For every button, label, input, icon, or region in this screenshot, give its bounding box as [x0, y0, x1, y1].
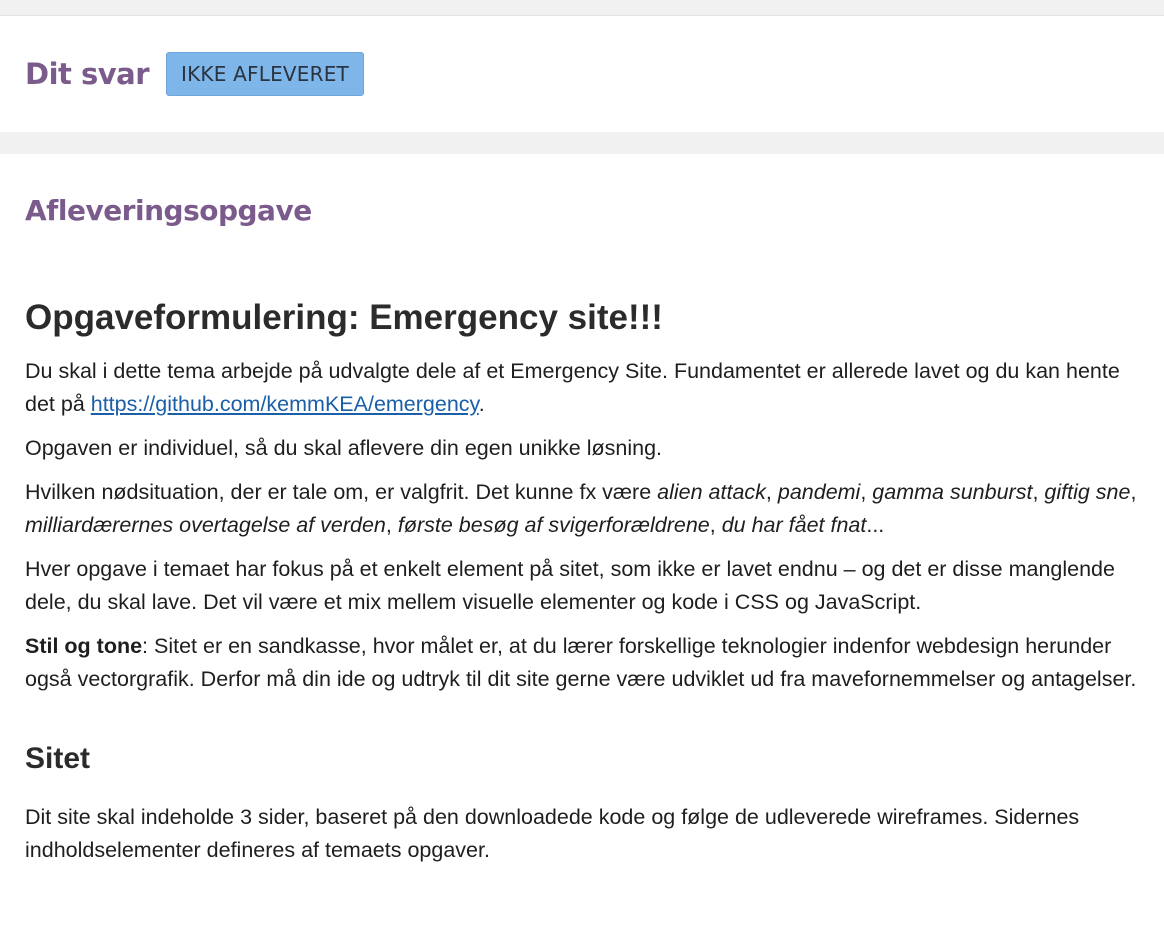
style-tone-text: : Sitet er en sandkasse, hvor målet er, … — [25, 634, 1137, 691]
assignment-content: Afleveringsopgave Opgaveformulering: Eme… — [0, 192, 1164, 867]
example-item: giftig sne — [1044, 480, 1131, 504]
examples-intro: Hvilken nødsituation, der er tale om, er… — [25, 480, 658, 504]
site-heading: Sitet — [25, 742, 91, 775]
github-link[interactable]: https://github.com/kemmKEA/emergency — [91, 392, 479, 416]
intro-paragraph: Du skal i dette tema arbejde på udvalgte… — [25, 355, 1139, 421]
site-paragraph: Dit site skal indeholde 3 sider, baseret… — [25, 805, 1080, 862]
top-divider — [0, 0, 1164, 16]
example-separator: , — [385, 513, 398, 537]
individual-paragraph: Opgaven er individuel, så du skal afleve… — [25, 436, 663, 460]
examples-end: ... — [866, 513, 885, 537]
example-item: milliardærernes overtagelse af verden — [25, 513, 386, 537]
focus-paragraph: Hver opgave i temaet har fokus på et enk… — [25, 557, 1115, 614]
section-title: Afleveringsopgave — [25, 194, 312, 227]
style-tone-label: Stil og tone — [25, 634, 143, 658]
example-item: alien attack — [657, 480, 766, 504]
example-item: gamma sunburst — [872, 480, 1033, 504]
answer-title: Dit svar — [25, 57, 150, 91]
answer-bar: Dit svar IKKE AFLEVERET — [0, 16, 1164, 132]
example-separator: , — [1130, 480, 1137, 504]
emergency-examples-paragraph: Hvilken nødsituation, der er tale om, er… — [25, 476, 1139, 542]
status-badge: IKKE AFLEVERET — [166, 52, 364, 96]
style-tone-paragraph: Stil og tone: Sitet er en sandkasse, hvo… — [25, 630, 1139, 696]
example-item: første besøg af svigerforældrene — [397, 513, 710, 537]
intro-end: . — [478, 392, 485, 416]
example-item: pandemi — [777, 480, 861, 504]
example-separator: , — [765, 480, 778, 504]
example-item: du har fået fnat — [721, 513, 867, 537]
task-heading: Opgaveformulering: Emergency site!!! — [25, 298, 663, 337]
example-separator: , — [709, 513, 722, 537]
section-divider — [0, 132, 1164, 154]
example-separator: , — [1032, 480, 1045, 504]
example-separator: , — [860, 480, 873, 504]
